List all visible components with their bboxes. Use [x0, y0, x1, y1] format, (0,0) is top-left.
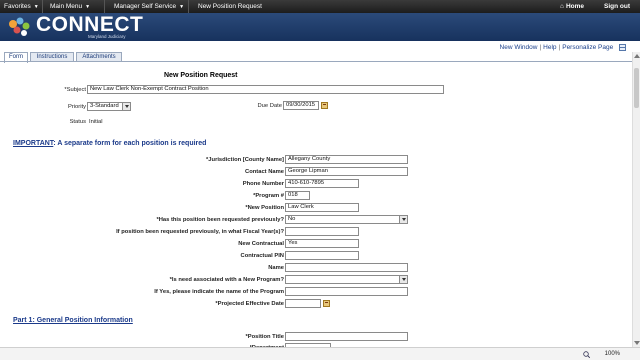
status-value: Initial [89, 119, 103, 125]
new-contractual-label: New Contractual [238, 241, 284, 247]
help-link[interactable]: Help [543, 44, 556, 51]
manager-self-service-menu[interactable]: Manager Self Service ▼ [114, 3, 184, 10]
zoom-level[interactable]: 100% [605, 351, 620, 357]
new-window-link[interactable]: New Window [500, 44, 538, 51]
nav-divider [188, 0, 189, 13]
due-date-field[interactable]: 09/30/2015 [283, 101, 319, 110]
part1-heading: Part 1: General Position Information [13, 317, 133, 324]
scroll-down-icon[interactable] [634, 340, 640, 346]
new-position-field[interactable]: Law Clerk [285, 203, 359, 212]
phone-number-field[interactable]: 410-610-7895 [285, 179, 359, 188]
top-navigation-bar: Favorites ▼ Main Menu ▼ Manager Self Servi… [0, 0, 640, 13]
page-title: New Position Request [164, 72, 238, 79]
program-name-label: If Yes, please indicate the name of the … [154, 289, 284, 295]
vertical-scrollbar[interactable] [632, 52, 640, 347]
chevron-down-icon: ▼ [85, 4, 91, 10]
chevron-down-icon [399, 216, 407, 223]
program-number-field[interactable]: 018 [285, 191, 310, 200]
program-number-label: *Program # [253, 193, 284, 199]
effective-date-field[interactable] [285, 299, 321, 308]
favorites-menu[interactable]: Favorites ▼ [4, 3, 39, 10]
effective-date-label: *Projected Effective Date [215, 301, 284, 307]
zoom-icon [583, 351, 590, 358]
connect-logo-icon [9, 17, 30, 36]
personalize-page-link[interactable]: Personalize Page [562, 44, 613, 51]
fiscal-year-label: If position been requested previously, i… [116, 229, 284, 235]
chevron-down-icon: ▼ [33, 4, 39, 10]
name-field[interactable] [285, 263, 408, 272]
scroll-thumb[interactable] [634, 68, 639, 108]
personalize-grid-icon[interactable] [619, 44, 626, 51]
due-date-label: Due Date [257, 103, 283, 109]
contractual-pin-field[interactable] [285, 251, 359, 260]
important-heading: IMPORTANT: A separate form for each posi… [13, 140, 207, 147]
jurisdiction-field[interactable]: Allegany County [285, 155, 408, 164]
subject-field[interactable]: New Law Clerk Non-Exempt Contract Positi… [87, 85, 444, 94]
home-icon: ⌂ [560, 3, 564, 10]
sign-out-link[interactable]: Sign out [604, 3, 630, 10]
phone-number-label: Phone Number [242, 181, 284, 187]
main-menu[interactable]: Main Menu ▼ [50, 3, 90, 10]
utility-links: New Window | Help | Personalize Page [500, 44, 626, 51]
position-title-label: *Position Title [245, 334, 284, 340]
breadcrumb-current: New Position Request [198, 3, 262, 10]
nav-divider [104, 0, 105, 13]
position-title-field[interactable] [285, 332, 408, 341]
status-label: Status [69, 119, 86, 125]
priority-select[interactable]: 3-Standard [87, 102, 131, 111]
browser-status-bar: 100% [0, 347, 640, 360]
fiscal-year-field[interactable] [285, 227, 359, 236]
scroll-up-icon[interactable] [634, 53, 640, 59]
contractual-pin-label: Contractual PIN [240, 253, 284, 259]
nav-divider [42, 0, 43, 13]
new-program-label: *Is need associated with a New Program? [169, 277, 284, 283]
priority-label: Priority [67, 104, 86, 110]
chevron-down-icon: ▼ [179, 4, 185, 10]
calendar-icon[interactable] [323, 300, 330, 307]
program-name-field[interactable] [285, 287, 408, 296]
priority-value: 3-Standard [90, 103, 119, 109]
subject-label: *Subject [64, 87, 86, 93]
calendar-icon[interactable] [321, 102, 328, 109]
new-position-label: *New Position [245, 205, 284, 211]
new-program-select[interactable] [285, 275, 408, 284]
jurisdiction-label: *Jurisdiction [County Name] [206, 157, 284, 163]
name-label: Name [268, 265, 284, 271]
requested-previously-value: No [288, 216, 296, 222]
brand-subtitle: Maryland Judiciary [88, 34, 126, 39]
chevron-down-icon [399, 276, 407, 283]
requested-previously-select[interactable]: No [285, 215, 408, 224]
chevron-down-icon [122, 103, 130, 110]
contact-name-field[interactable]: George Lipman [285, 167, 408, 176]
tab-underline [0, 61, 632, 62]
home-link[interactable]: ⌂ Home [560, 3, 584, 10]
contact-name-label: Contact Name [245, 169, 284, 175]
brand-header: CONNECT Maryland Judiciary [0, 13, 640, 41]
new-contractual-field[interactable]: Yes [285, 239, 359, 248]
requested-previously-label: *Has this position been requested previo… [156, 217, 284, 223]
